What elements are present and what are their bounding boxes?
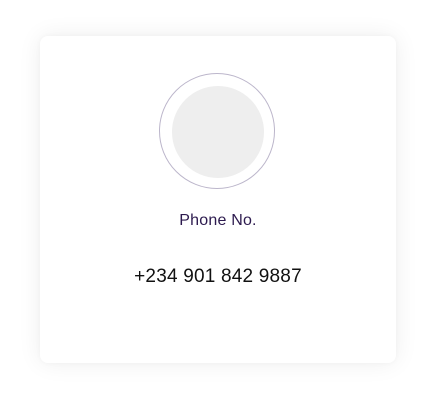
contact-card: Phone No. +234 901 842 9887: [40, 36, 396, 363]
phone-label: Phone No.: [179, 212, 257, 229]
avatar: [172, 86, 264, 178]
phone-number[interactable]: +234 901 842 9887: [40, 266, 396, 288]
